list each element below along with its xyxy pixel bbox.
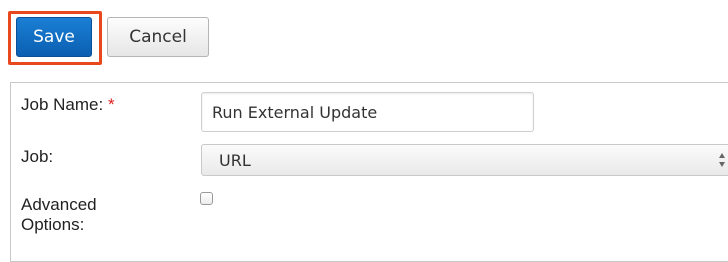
- save-button[interactable]: Save: [16, 17, 92, 57]
- required-marker: *: [107, 95, 115, 114]
- advanced-options-checkbox[interactable]: [200, 192, 213, 205]
- job-name-label-text: Job Name:: [21, 95, 104, 114]
- job-label: Job:: [21, 147, 54, 166]
- cancel-button[interactable]: Cancel: [107, 17, 209, 57]
- job-select-value: URL: [219, 150, 251, 170]
- select-arrows-icon: [719, 153, 725, 167]
- job-select[interactable]: URL: [201, 144, 728, 176]
- job-name-input[interactable]: [201, 92, 534, 132]
- advanced-options-label-line2: Options:: [21, 215, 85, 234]
- job-name-label: Job Name: *: [21, 95, 115, 115]
- job-edit-form: Job Name: * Job: URL Advanced Options:: [10, 82, 728, 262]
- advanced-options-label: Advanced Options:: [21, 195, 97, 235]
- advanced-options-label-line1: Advanced: [21, 195, 97, 214]
